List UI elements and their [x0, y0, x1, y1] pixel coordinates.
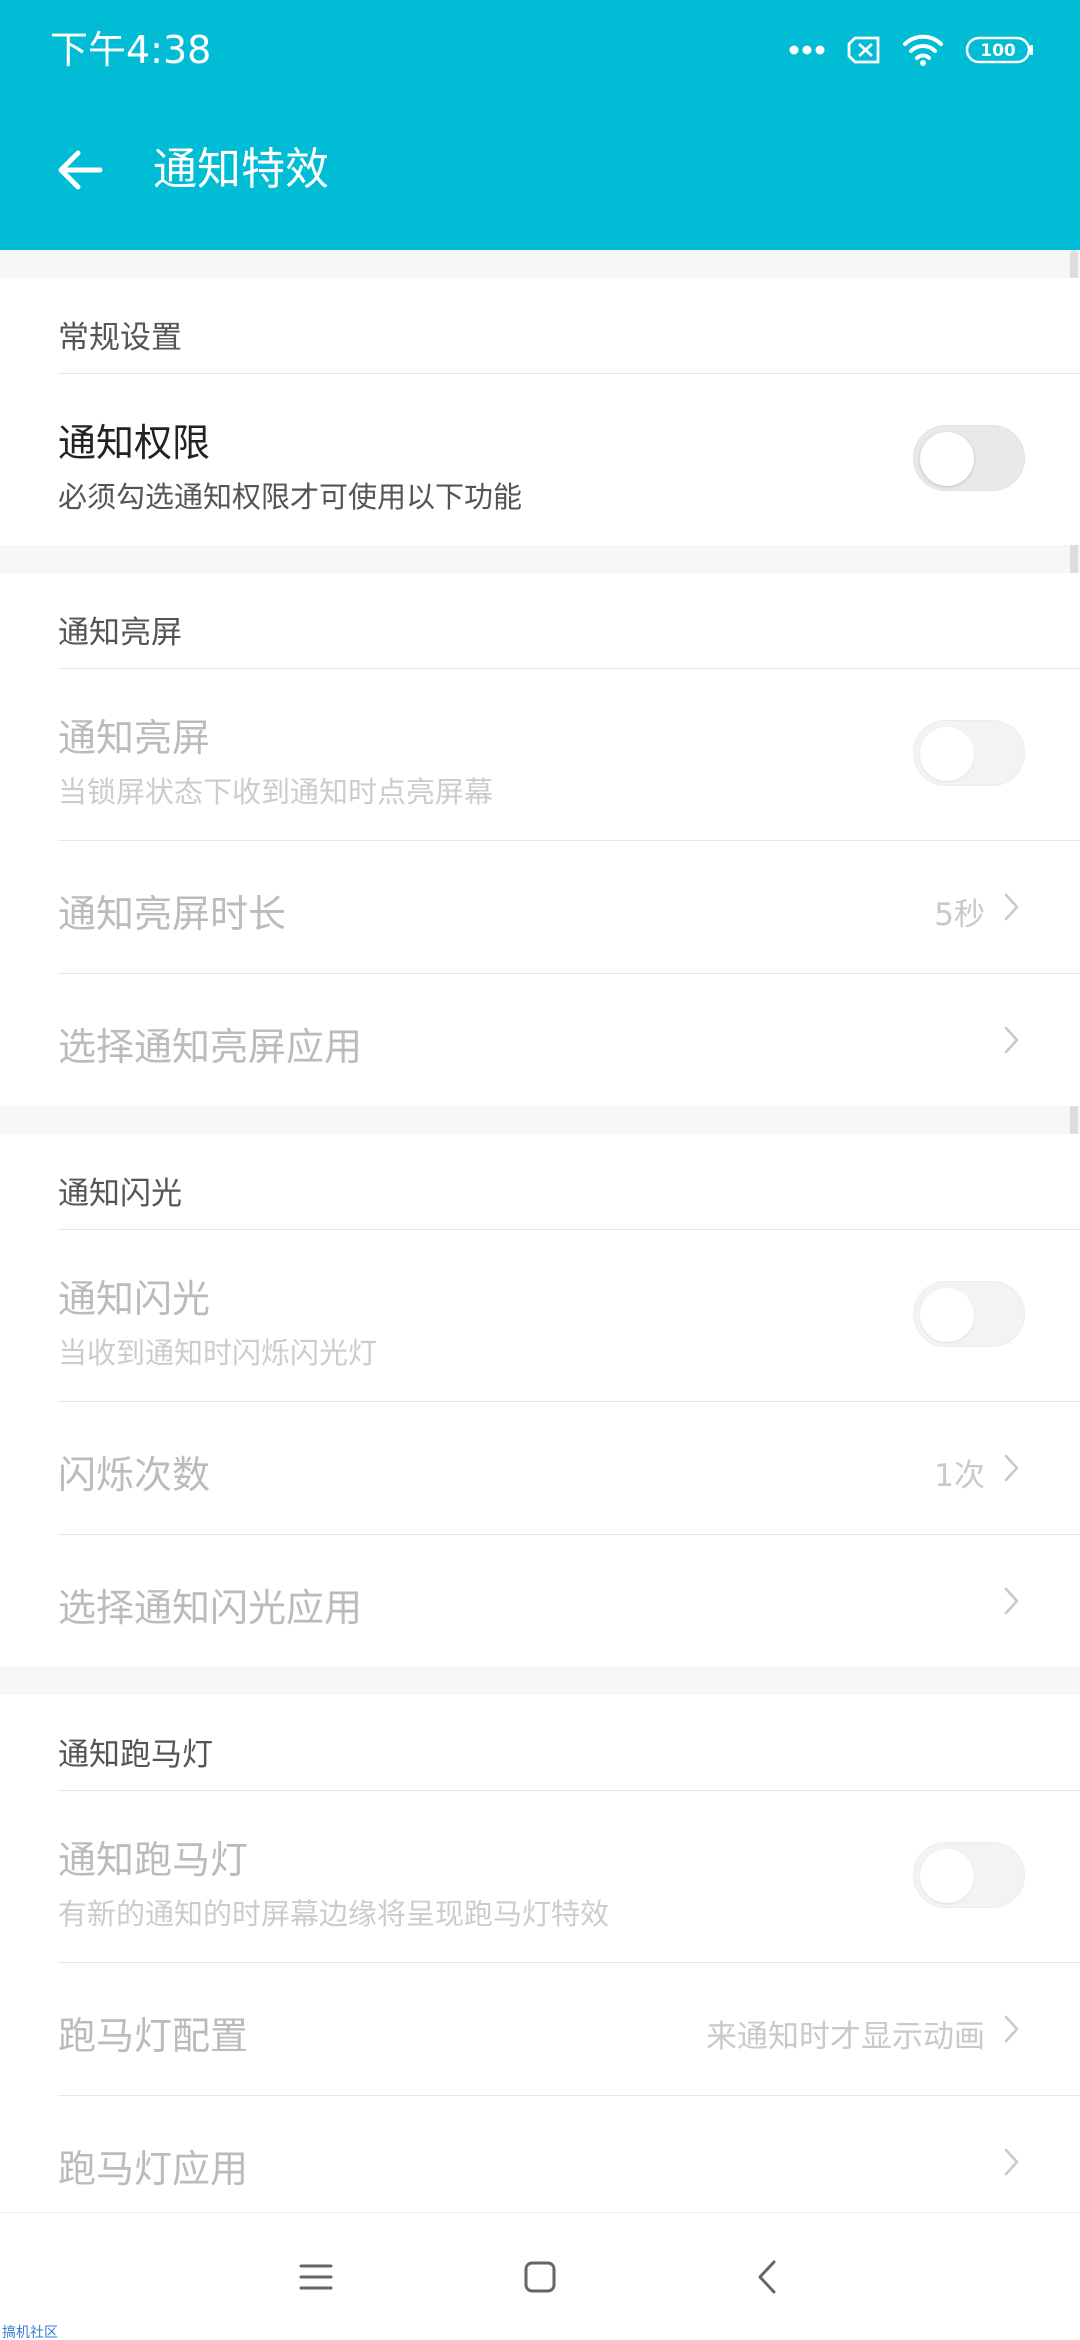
section-header: 常规设置 [58, 278, 1080, 374]
toggle-knob [920, 432, 974, 486]
notification-permission-toggle[interactable] [913, 425, 1025, 491]
screen-wake-duration-row[interactable]: 通知亮屏时长 5秒 [58, 841, 1080, 974]
flash-toggle[interactable] [913, 1281, 1025, 1347]
section-general: 常规设置 通知权限 必须勾选通知权限才可使用以下功能 [0, 278, 1080, 545]
row-title: 通知亮屏时长 [58, 892, 287, 936]
battery-icon: 100 [965, 36, 1033, 64]
home-icon [524, 2261, 556, 2293]
row-title: 选择通知亮屏应用 [58, 1025, 363, 1069]
back-button[interactable] [50, 140, 110, 200]
section-marquee: 通知跑马灯 通知跑马灯 有新的通知的时屏幕边缘将呈现跑马灯特效 跑马灯配置 来通… [0, 1695, 1080, 2228]
row-title: 通知亮屏 [58, 716, 211, 760]
back-icon [758, 2260, 776, 2294]
toggle-knob [920, 1288, 974, 1342]
section-header: 通知亮屏 [58, 573, 1080, 669]
row-title: 选择通知闪光应用 [58, 1586, 363, 1630]
screen-wake-row[interactable]: 通知亮屏 当锁屏状态下收到通知时点亮屏幕 [58, 669, 1080, 841]
home-button[interactable] [510, 2247, 570, 2307]
toggle-knob [920, 727, 974, 781]
battery-level: 100 [980, 41, 1016, 61]
nav-back-button[interactable] [737, 2247, 797, 2307]
row-value: 5秒 [934, 897, 985, 933]
row-subtitle: 必须勾选通知权限才可使用以下功能 [58, 480, 523, 514]
row-title: 跑马灯应用 [58, 2147, 249, 2191]
chevron-right-icon [1004, 893, 1019, 921]
notification-permission-row[interactable]: 通知权限 必须勾选通知权限才可使用以下功能 [58, 374, 1080, 545]
status-time: 下午4:38 [50, 28, 212, 72]
watermark: 搞机社区 [2, 2325, 58, 2340]
status-icons: 100 [789, 24, 1035, 76]
marquee-toggle[interactable] [913, 1842, 1025, 1908]
section-screen-wake: 通知亮屏 通知亮屏 当锁屏状态下收到通知时点亮屏幕 通知亮屏时长 5秒 选择通知… [0, 573, 1080, 1106]
row-title: 通知权限 [58, 421, 211, 465]
row-subtitle: 当收到通知时闪烁闪光灯 [58, 1336, 378, 1370]
row-value: 来通知时才显示动画 [706, 2019, 985, 2055]
back-arrow-icon [58, 150, 103, 190]
chevron-right-icon [1004, 1587, 1019, 1615]
screen-wake-toggle[interactable] [913, 720, 1025, 786]
navigation-bar [0, 2212, 1080, 2340]
row-title: 闪烁次数 [58, 1453, 211, 1497]
row-subtitle: 有新的通知的时屏幕边缘将呈现跑马灯特效 [58, 1897, 610, 1931]
flash-row[interactable]: 通知闪光 当收到通知时闪烁闪光灯 [58, 1230, 1080, 1402]
wifi-icon [903, 34, 943, 66]
more-dots-icon [789, 45, 825, 55]
screen-wake-apps-row[interactable]: 选择通知亮屏应用 [58, 974, 1080, 1106]
sim-missing-icon [847, 36, 880, 64]
toggle-knob [920, 1849, 974, 1903]
section-flash: 通知闪光 通知闪光 当收到通知时闪烁闪光灯 闪烁次数 1次 选择通知闪光应用 [0, 1134, 1080, 1667]
marquee-row[interactable]: 通知跑马灯 有新的通知的时屏幕边缘将呈现跑马灯特效 [58, 1791, 1080, 1963]
chevron-right-icon [1004, 2015, 1019, 2043]
app-header: 下午4:38 100 通知特效 [0, 0, 1080, 250]
menu-icon [299, 2264, 333, 2290]
row-title: 通知闪光 [58, 1277, 211, 1321]
chevron-right-icon [1004, 1026, 1019, 1054]
section-title: 通知闪光 [58, 1176, 182, 1212]
screen: 下午4:38 100 通知特效 常规设置 通知权限 必须勾选通知权限才可使用以下… [0, 0, 1080, 2340]
row-title: 跑马灯配置 [58, 2014, 249, 2058]
section-title: 常规设置 [58, 320, 182, 356]
page-title: 通知特效 [153, 144, 329, 195]
row-title: 通知跑马灯 [58, 1838, 249, 1882]
marquee-apps-row[interactable]: 跑马灯应用 [58, 2096, 1080, 2228]
section-title: 通知亮屏 [58, 615, 182, 651]
marquee-config-row[interactable]: 跑马灯配置 来通知时才显示动画 [58, 1963, 1080, 2096]
settings-list: 常规设置 通知权限 必须勾选通知权限才可使用以下功能 通知亮屏 通知亮屏 当锁屏… [0, 278, 1080, 2256]
flash-apps-row[interactable]: 选择通知闪光应用 [58, 1535, 1080, 1667]
section-title: 通知跑马灯 [58, 1737, 213, 1773]
chevron-right-icon [1004, 1454, 1019, 1482]
row-subtitle: 当锁屏状态下收到通知时点亮屏幕 [58, 775, 494, 809]
chevron-right-icon [1004, 2148, 1019, 2176]
section-header: 通知闪光 [58, 1134, 1080, 1230]
section-header: 通知跑马灯 [58, 1695, 1080, 1791]
flash-count-row[interactable]: 闪烁次数 1次 [58, 1402, 1080, 1535]
recent-apps-button[interactable] [286, 2247, 346, 2307]
row-value: 1次 [934, 1458, 985, 1494]
